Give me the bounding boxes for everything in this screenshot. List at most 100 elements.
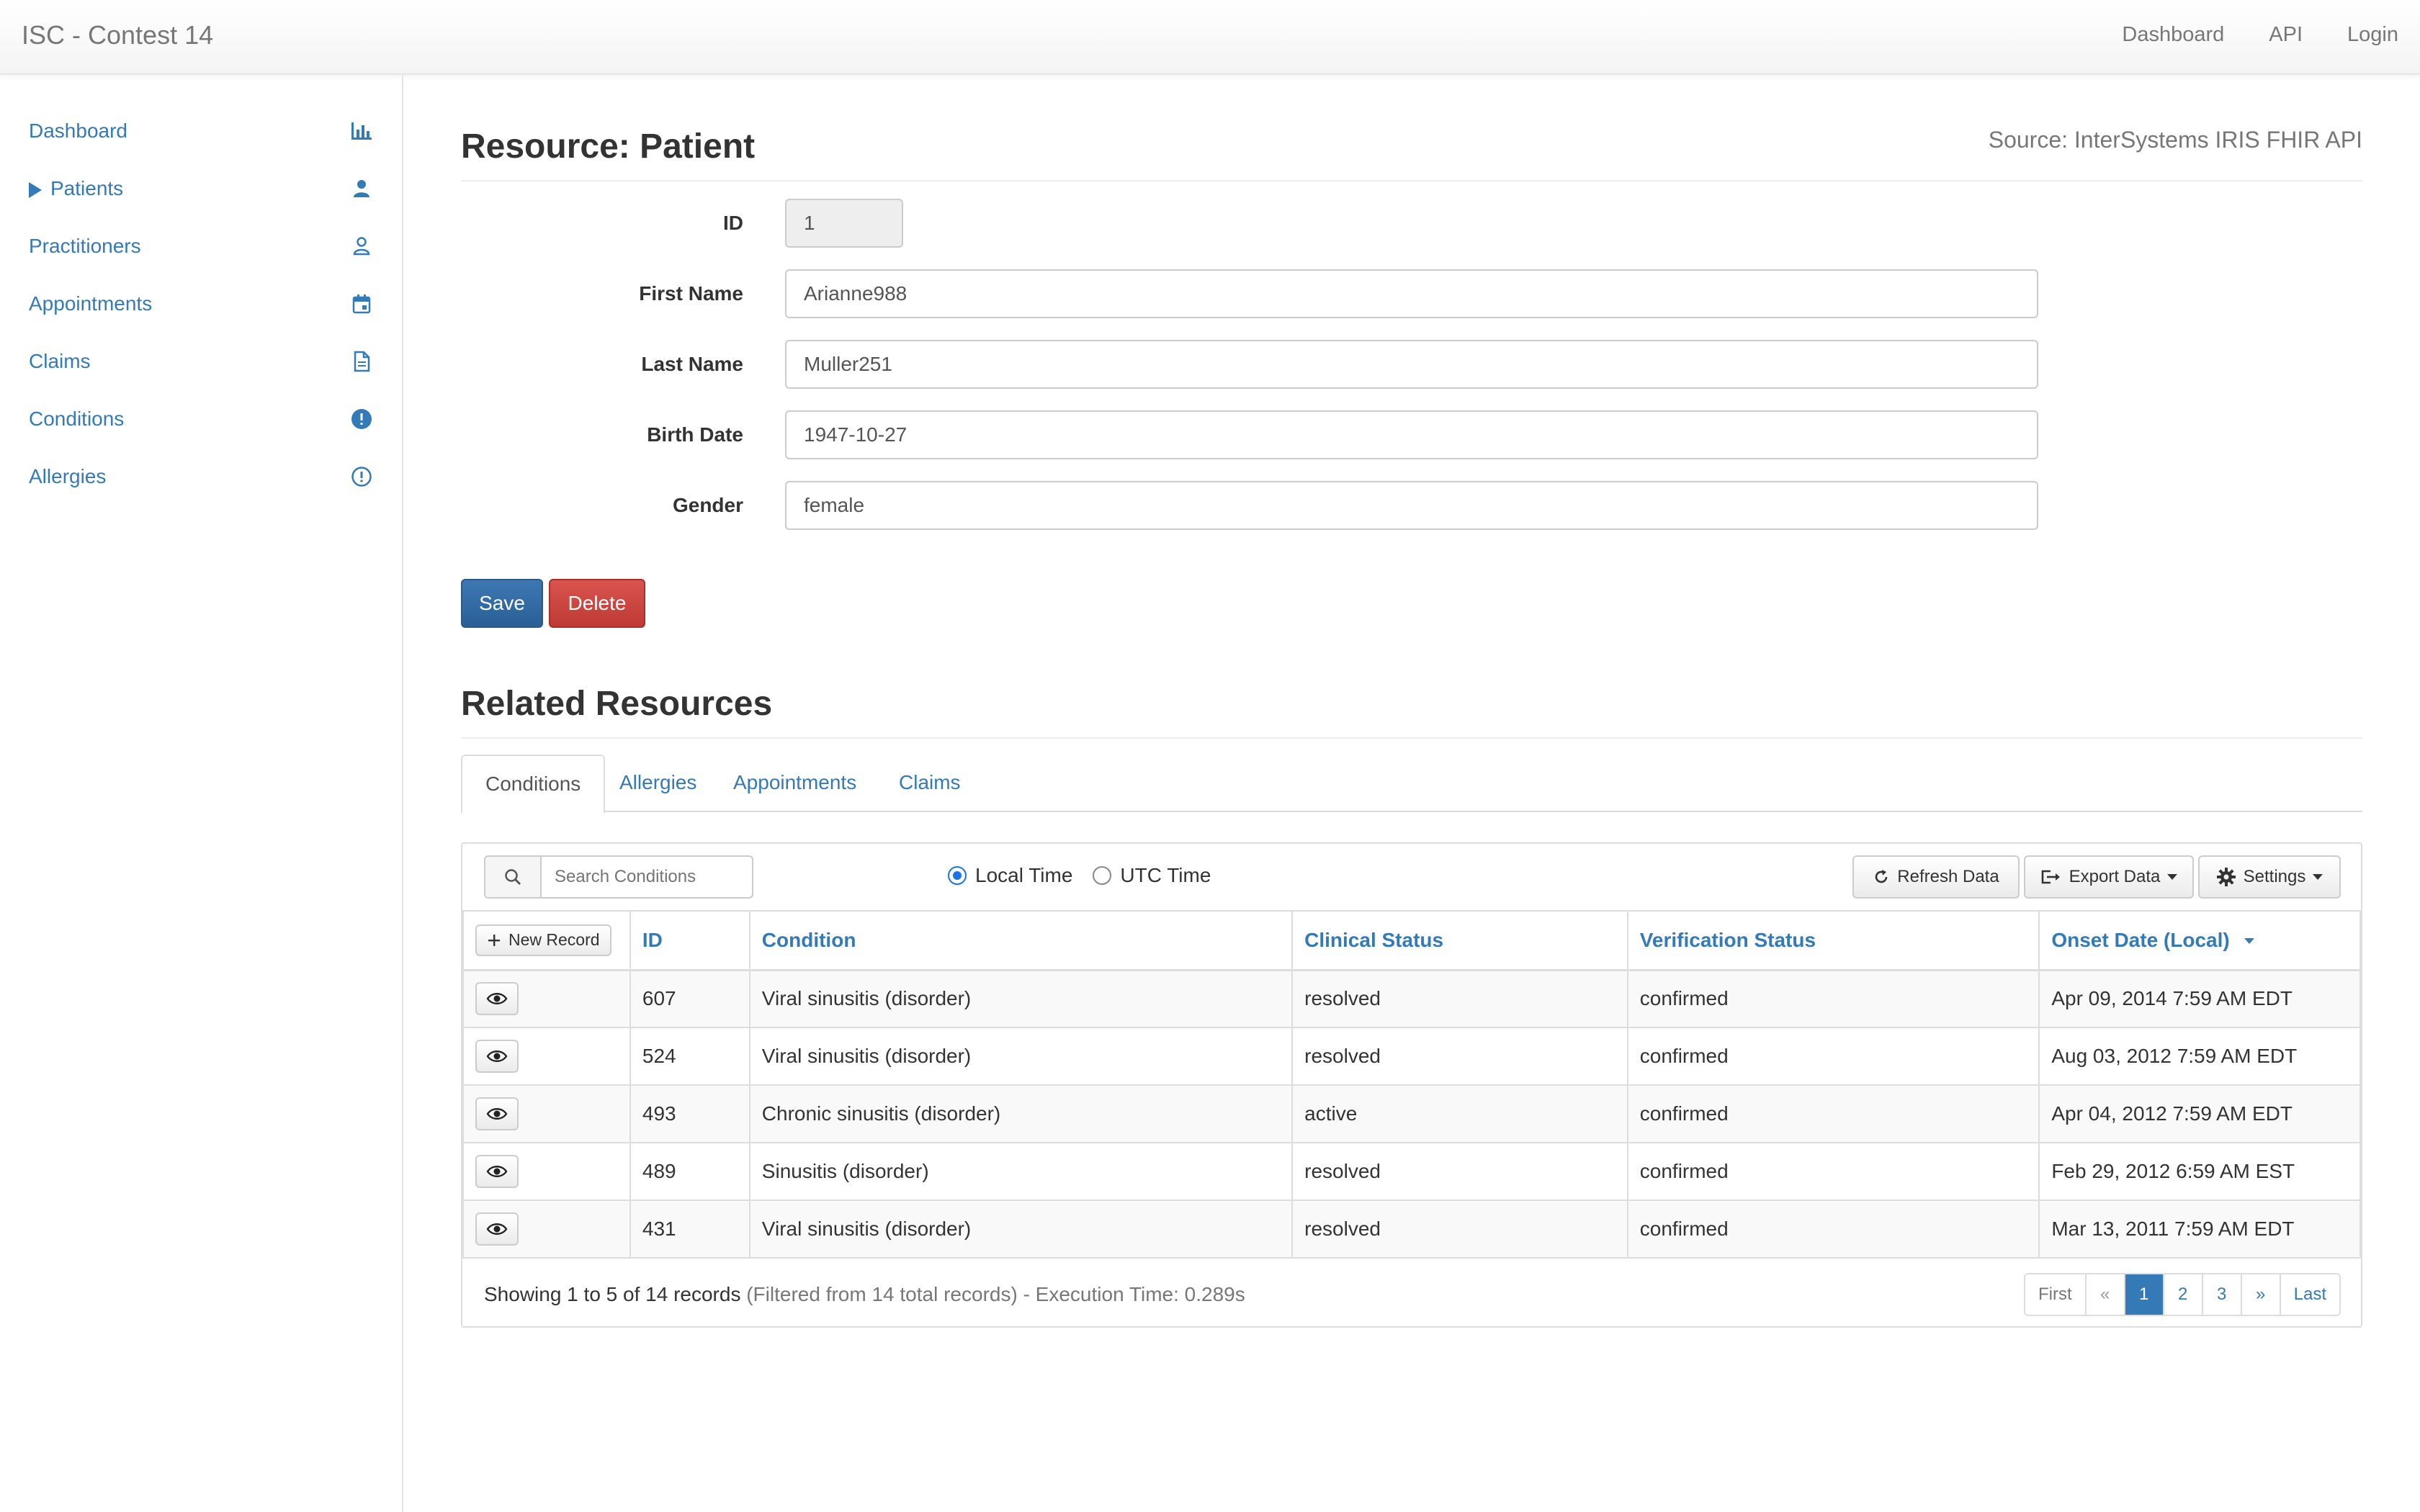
cell-verification-status: confirmed <box>1626 1084 2040 1143</box>
page-prev[interactable]: « <box>2084 1274 2124 1315</box>
new-record-button[interactable]: New Record <box>475 924 611 956</box>
sidebar-item-claims[interactable]: Claims <box>29 340 375 383</box>
table-row[interactable]: 607 Viral sinusitis (disorder) resolved con… <box>462 969 2361 1028</box>
alert-filled-icon <box>349 406 375 432</box>
cell-onset-date: Apr 04, 2012 7:59 AM EDT <box>2038 1084 2361 1143</box>
search-input[interactable] <box>542 855 753 899</box>
gender-field[interactable] <box>785 481 2038 530</box>
last-name-label: Last Name <box>641 353 743 375</box>
nav-link-dashboard[interactable]: Dashboard <box>2122 23 2224 47</box>
birth-date-field[interactable] <box>785 410 2038 459</box>
table-row[interactable]: 431 Viral sinusitis (disorder) resolved con… <box>462 1200 2361 1259</box>
nav-link-api[interactable]: API <box>2269 23 2303 47</box>
table-row[interactable]: 524 Viral sinusitis (disorder) resolved con… <box>462 1027 2361 1086</box>
first-name-field[interactable] <box>785 269 2038 318</box>
sidebar: Dashboard Patients Practitioners Appoint… <box>0 75 403 1512</box>
sidebar-item-practitioners[interactable]: Practitioners <box>29 225 375 268</box>
id-field[interactable] <box>785 199 903 248</box>
cell-condition: Sinusitis (disorder) <box>748 1142 1294 1201</box>
view-record-button[interactable] <box>475 1040 519 1073</box>
eye-icon <box>486 1222 508 1236</box>
sidebar-item-label: Appointments <box>29 292 153 315</box>
page-next[interactable]: » <box>2240 1274 2280 1315</box>
cell-verification-status: confirmed <box>1626 1027 2040 1086</box>
cell-onset-date: Mar 13, 2011 7:59 AM EDT <box>2038 1200 2361 1259</box>
cell-condition: Viral sinusitis (disorder) <box>748 1027 1294 1086</box>
sidebar-item-label: Conditions <box>29 408 125 430</box>
table-row[interactable]: 489 Sinusitis (disorder) resolved confirmed… <box>462 1142 2361 1201</box>
caret-right-icon <box>29 181 42 198</box>
filtered-records-text: (Filtered from 14 total records) - Execu… <box>746 1283 1245 1305</box>
page-1[interactable]: 1 <box>2123 1274 2163 1315</box>
sidebar-item-dashboard[interactable]: Dashboard <box>29 109 375 153</box>
tab-claims[interactable]: Claims <box>876 755 984 812</box>
column-header-id[interactable]: ID <box>629 910 750 971</box>
cell-verification-status: confirmed <box>1626 1142 2040 1201</box>
sidebar-item-patients[interactable]: Patients <box>29 167 375 210</box>
settings-button[interactable]: Settings <box>2198 855 2341 899</box>
sidebar-item-label: Allergies <box>29 465 107 487</box>
column-header-clinical-status[interactable]: Clinical Status <box>1291 910 1628 971</box>
table-row[interactable]: 493 Chronic sinusitis (disorder) active con… <box>462 1084 2361 1143</box>
local-time-radio[interactable] <box>948 866 967 885</box>
sidebar-item-label: Dashboard <box>29 120 127 142</box>
view-record-button[interactable] <box>475 982 519 1016</box>
sort-desc-icon <box>2244 938 2254 945</box>
id-label: ID <box>723 212 743 234</box>
first-name-label: First Name <box>639 282 743 305</box>
sidebar-item-allergies[interactable]: Allergies <box>29 455 375 498</box>
person-outline-icon <box>349 233 375 259</box>
caret-down-icon <box>2167 874 2178 880</box>
view-record-button[interactable] <box>475 1097 519 1130</box>
eye-icon <box>486 1107 508 1121</box>
conditions-table: New Record ID Condition Clinical Status … <box>462 910 2361 1259</box>
table-toolbar: Local Time UTC Time Refresh Data Export … <box>462 844 2361 910</box>
app-brand[interactable]: ISC - Contest 14 <box>22 20 213 50</box>
plus-icon <box>488 934 500 946</box>
page-2[interactable]: 2 <box>2162 1274 2202 1315</box>
utc-time-radio[interactable] <box>1093 866 1112 885</box>
tab-conditions[interactable]: Conditions <box>461 755 606 814</box>
refresh-data-button[interactable]: Refresh Data <box>1852 855 2020 899</box>
refresh-icon <box>1876 870 1888 883</box>
column-header-condition[interactable]: Condition <box>748 910 1294 971</box>
cell-id: 431 <box>629 1200 750 1259</box>
page-title: Resource: Patient <box>461 127 756 166</box>
page-3[interactable]: 3 <box>2201 1274 2241 1315</box>
utc-time-label[interactable]: UTC Time <box>1120 864 1211 887</box>
cell-condition: Viral sinusitis (disorder) <box>748 1200 1294 1259</box>
view-record-button[interactable] <box>475 1212 519 1246</box>
save-button[interactable]: Save <box>461 579 543 628</box>
page-last[interactable]: Last <box>2279 1274 2339 1315</box>
page-first[interactable]: First <box>2025 1274 2085 1315</box>
nav-link-login[interactable]: Login <box>2347 23 2398 47</box>
sidebar-item-conditions[interactable]: Conditions <box>29 397 375 441</box>
bar-chart-icon <box>349 118 375 144</box>
form-row-last-name: Last Name <box>461 340 2362 390</box>
cell-clinical-status: resolved <box>1291 1142 1628 1201</box>
cell-condition: Viral sinusitis (disorder) <box>748 969 1294 1028</box>
tab-allergies[interactable]: Allergies <box>596 755 720 812</box>
column-header-onset-date[interactable]: Onset Date (Local) <box>2038 910 2361 971</box>
local-time-label[interactable]: Local Time <box>975 864 1072 887</box>
last-name-field[interactable] <box>785 340 2038 389</box>
tab-appointments[interactable]: Appointments <box>710 755 879 812</box>
export-data-button[interactable]: Export Data <box>2024 855 2194 899</box>
view-cell <box>462 1142 631 1201</box>
document-icon <box>349 348 375 374</box>
source-label: Source: InterSystems IRIS FHIR API <box>1988 127 2362 153</box>
caret-down-icon <box>2313 874 2323 880</box>
cell-clinical-status: resolved <box>1291 1200 1628 1259</box>
delete-button[interactable]: Delete <box>549 579 645 628</box>
conditions-table-panel: Local Time UTC Time Refresh Data Export … <box>461 842 2362 1328</box>
view-cell <box>462 1027 631 1086</box>
sidebar-item-appointments[interactable]: Appointments <box>29 282 375 325</box>
search-icon[interactable] <box>484 855 542 899</box>
divider <box>461 180 2362 181</box>
view-record-button[interactable] <box>475 1155 519 1188</box>
column-header-verification-status[interactable]: Verification Status <box>1626 910 2040 971</box>
cell-id: 607 <box>629 969 750 1028</box>
form-row-birth-date: Birth Date <box>461 410 2362 461</box>
cell-id: 489 <box>629 1142 750 1201</box>
person-icon <box>349 176 375 202</box>
